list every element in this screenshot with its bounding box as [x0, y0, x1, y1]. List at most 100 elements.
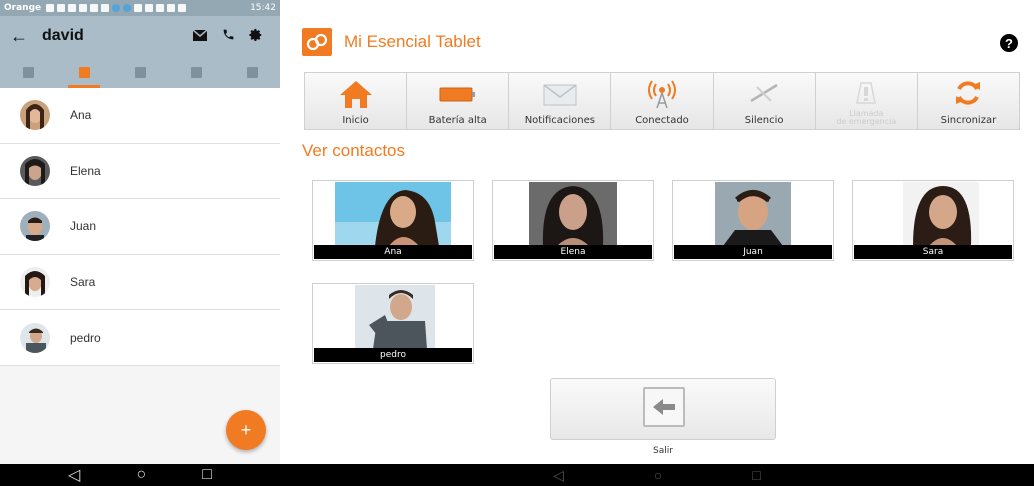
contact-name: pedro	[70, 330, 101, 345]
help-icon[interactable]: ?	[1000, 34, 1018, 52]
contact-photo	[529, 182, 617, 246]
avatar	[20, 100, 50, 131]
home-button[interactable]: Inicio	[305, 73, 408, 129]
contact-name: Sara	[70, 275, 96, 290]
silence-button[interactable]: Silencio	[714, 73, 816, 129]
contact-card-label: Juan	[674, 245, 832, 259]
wifi-icon	[156, 4, 165, 12]
back-arrow-icon[interactable]: ←	[10, 26, 34, 47]
nav-home-button[interactable]: ○	[654, 467, 662, 483]
emergency-call-label: Llamada de emergencia	[836, 110, 896, 126]
contact-group-title: david	[42, 27, 84, 44]
emergency-phone-icon	[856, 82, 877, 104]
tab-health[interactable]	[112, 56, 168, 88]
avatar	[20, 322, 50, 353]
email-notification-icon	[79, 4, 88, 12]
download-icon	[90, 4, 99, 12]
folder-icon	[246, 66, 258, 78]
phone-icon[interactable]	[214, 28, 242, 44]
contact-photo	[715, 182, 791, 246]
silence-slash-icon	[750, 83, 778, 103]
phone-screen: Orange 15:42 ← david Ana Elena Juan Sara…	[0, 0, 280, 486]
exit-button[interactable]	[550, 378, 776, 440]
avatar	[20, 267, 50, 298]
tab-contacts[interactable]	[56, 56, 112, 88]
list-item[interactable]: pedro	[0, 310, 280, 366]
download-icon	[101, 4, 110, 12]
home-label: Inicio	[342, 115, 369, 126]
contact-card-label: pedro	[314, 348, 472, 362]
connection-status[interactable]: Conectado	[611, 73, 714, 129]
vibrate-icon	[145, 4, 154, 12]
tab-folder[interactable]	[224, 56, 280, 88]
battery-icon	[178, 4, 187, 12]
contacts-icon	[78, 66, 90, 78]
nav-back-button[interactable]: ◁	[553, 467, 564, 484]
avatar	[20, 211, 50, 242]
contact-card-label: Sara	[854, 245, 1012, 259]
app-notification-icon	[112, 4, 121, 12]
avatar	[20, 155, 50, 186]
nav-home-button[interactable]: ○	[136, 466, 146, 484]
envelope-icon	[543, 84, 577, 106]
sync-label: Sincronizar	[940, 115, 997, 126]
list-item[interactable]: Ana	[0, 88, 280, 144]
contact-card-juan[interactable]: Juan	[672, 180, 834, 261]
mail-icon[interactable]	[186, 28, 214, 44]
app-logo-icon	[302, 28, 332, 56]
contact-name: Ana	[70, 108, 92, 123]
carrier-label: Orange	[4, 3, 42, 13]
app-bar: ← david	[0, 16, 280, 56]
clock: 15:42	[250, 3, 276, 13]
app-header: Mi Esencial Tablet	[302, 28, 481, 56]
contact-name: Elena	[70, 163, 101, 178]
contact-photo	[903, 182, 979, 246]
nav-recents-button[interactable]: □	[202, 466, 212, 484]
calendar-icon	[190, 66, 202, 78]
exit-label: Salir	[653, 446, 673, 456]
status-toolbar: Inicio Batería alta Notificaciones Conec…	[304, 72, 1020, 130]
battery-label: Batería alta	[428, 115, 487, 126]
antenna-signal-icon	[647, 80, 676, 109]
add-contact-button[interactable]: +	[226, 410, 266, 450]
list-item[interactable]: Juan	[0, 199, 280, 255]
signal-icon	[167, 4, 176, 12]
tab-photos[interactable]	[0, 56, 56, 88]
list-item[interactable]: Elena	[0, 144, 280, 200]
home-icon	[339, 81, 372, 108]
emergency-call-button[interactable]: Llamada de emergencia	[816, 73, 918, 129]
sync-button[interactable]: Sincronizar	[918, 73, 1019, 129]
emergency-call-label-line2: de emergencia	[836, 117, 897, 126]
contact-card-label: Ana	[314, 245, 472, 259]
image-notification-icon	[68, 4, 77, 12]
contact-card-elena[interactable]: Elena	[492, 180, 654, 261]
list-item[interactable]: Sara	[0, 255, 280, 311]
connection-label: Conectado	[635, 115, 689, 126]
missed-call-icon	[57, 4, 66, 12]
nav-back-button[interactable]: ◁	[68, 465, 80, 485]
phone-navigation-bar: ◁ ○ □	[0, 464, 280, 486]
contact-list: Ana Elena Juan Sara pedro	[0, 88, 280, 366]
tab-bar	[0, 56, 280, 88]
status-bar: Orange 15:42	[0, 0, 280, 16]
tablet-navigation-bar: ◁ ○ □	[280, 464, 1034, 486]
sync-icon	[956, 81, 981, 105]
notifications-button[interactable]: Notificaciones	[509, 73, 612, 129]
section-title: Ver contactos	[302, 141, 406, 160]
tablet-screen: Mi Esencial Tablet ? Inicio Batería alta…	[280, 0, 1034, 486]
contact-card-sara[interactable]: Sara	[852, 180, 1014, 261]
notifications-label: Notificaciones	[524, 115, 596, 126]
app-title: Mi Esencial Tablet	[344, 32, 481, 51]
contact-name: Juan	[70, 219, 97, 234]
contact-card-ana[interactable]: Ana	[312, 180, 474, 261]
tab-calendar[interactable]	[168, 56, 224, 88]
battery-status[interactable]: Batería alta	[407, 73, 510, 129]
app-notification-icon	[123, 4, 132, 12]
nav-recents-button[interactable]: □	[752, 467, 760, 483]
exit-icon	[643, 387, 685, 427]
contact-photo	[355, 285, 435, 349]
settings-gear-icon[interactable]	[242, 28, 270, 45]
silence-label: Silencio	[744, 115, 784, 126]
contact-card-pedro[interactable]: pedro	[312, 283, 474, 364]
health-plus-icon	[134, 66, 146, 78]
